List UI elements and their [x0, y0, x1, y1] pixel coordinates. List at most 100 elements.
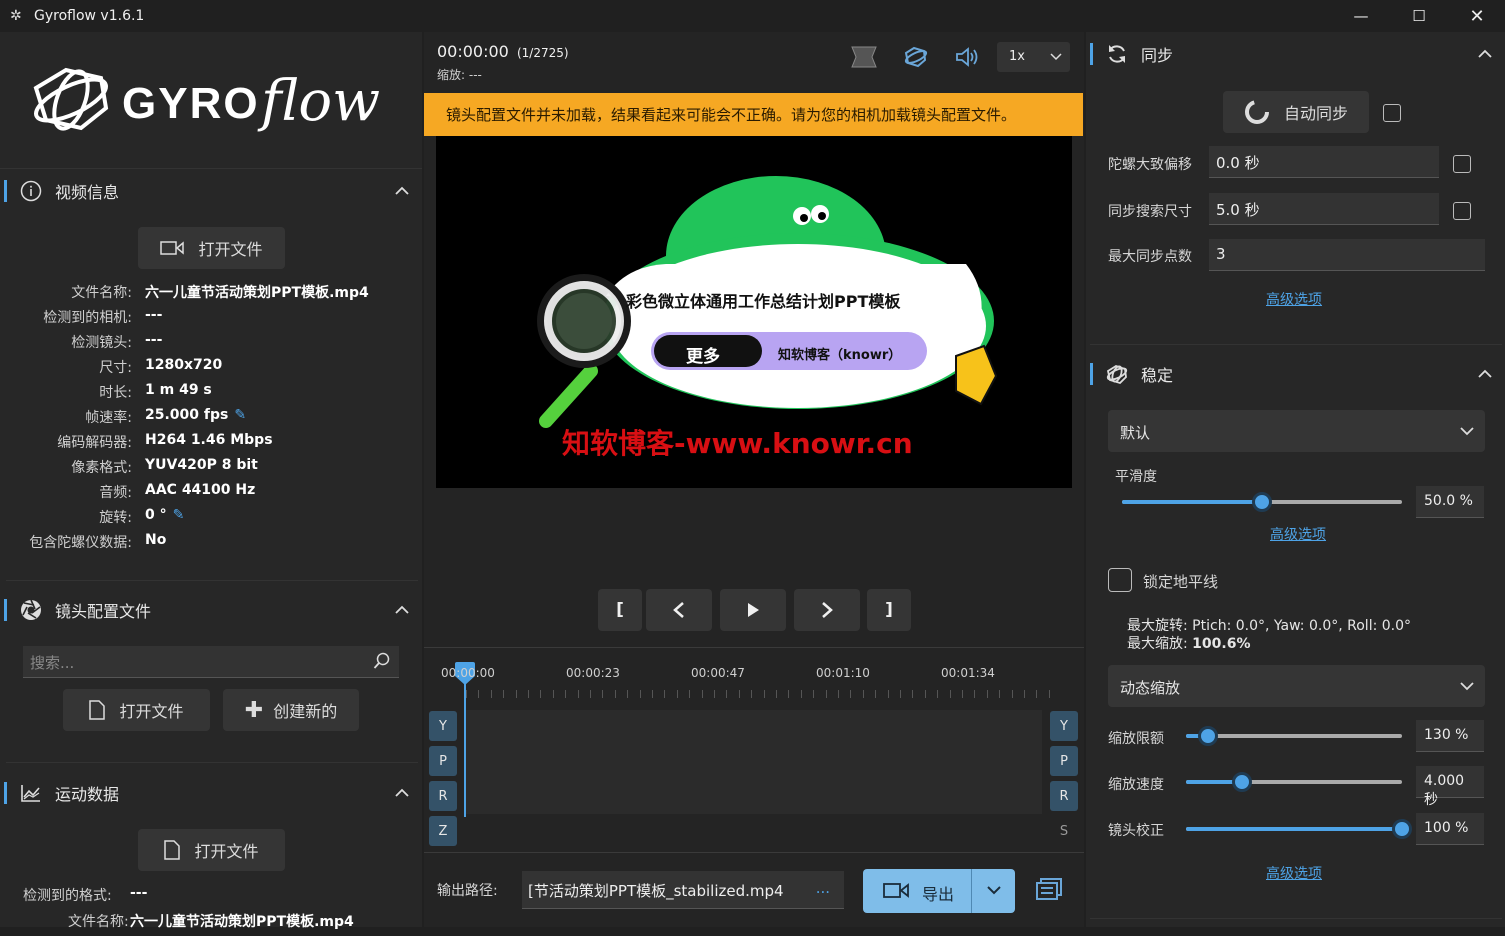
max-sync-points-input[interactable]: 3 — [1209, 239, 1485, 271]
zoom-speed-slider[interactable] — [1186, 770, 1402, 794]
video-info-header[interactable]: 视频信息 — [0, 169, 422, 213]
stabilization-method-select[interactable]: 默认 — [1108, 410, 1485, 452]
axis-toggle-right-r[interactable]: R — [1050, 781, 1078, 811]
zoom-limit-value[interactable]: 130 % — [1416, 720, 1484, 752]
speaker-icon[interactable] — [954, 45, 982, 73]
sync-header[interactable]: 同步 — [1086, 32, 1505, 76]
axis-toggle-right-s[interactable]: S — [1050, 816, 1078, 846]
stabilization-overlay-icon[interactable] — [902, 45, 930, 73]
auto-sync-checkbox[interactable] — [1383, 104, 1401, 122]
info-key: 检测到的相机: — [43, 307, 132, 327]
set-out-point-button[interactable]: ] — [867, 589, 911, 631]
motion-data-header[interactable]: 运动数据 — [0, 771, 422, 815]
info-value: --- — [145, 307, 162, 323]
lens-correction-slider[interactable] — [1186, 817, 1402, 841]
slider-knob[interactable] — [1392, 819, 1412, 839]
chevron-up-icon[interactable] — [392, 600, 412, 620]
lens-profile-header[interactable]: 镜头配置文件 — [0, 588, 422, 632]
next-frame-button[interactable] — [794, 589, 860, 631]
stabilization-header[interactable]: 稳定 — [1086, 352, 1505, 396]
info-value-text: AAC 44100 Hz — [145, 482, 255, 498]
render-queue-icon[interactable] — [1035, 877, 1063, 905]
timeline-tick — [590, 690, 591, 698]
lens-search-input[interactable]: 搜索... — [23, 646, 399, 678]
video-preview[interactable]: 彩色微立体通用工作总结计划PPT模板 更多 知软博客（knowr） 知软博客-w… — [436, 136, 1072, 488]
sync-advanced-options-link[interactable]: 高级选项 — [1266, 289, 1322, 309]
chevron-up-icon[interactable] — [1475, 44, 1495, 64]
export-button[interactable]: 导出 — [863, 869, 1015, 913]
dynamic-zoom-select[interactable]: 动态缩放 — [1108, 665, 1485, 707]
timeline-time-label: 00:00:23 — [566, 666, 620, 680]
lens-open-file-button[interactable]: 打开文件 — [63, 689, 210, 731]
chevron-up-icon[interactable] — [1475, 364, 1495, 384]
smoothness-value[interactable]: 50.0 % — [1416, 486, 1484, 518]
info-key: 时长: — [99, 382, 132, 402]
motion-open-file-button[interactable]: 打开文件 — [138, 829, 285, 871]
timecode: 00:00:00 (1/2725) — [437, 42, 569, 61]
chevron-up-icon[interactable] — [392, 783, 412, 803]
set-in-point-button[interactable]: [ — [598, 589, 642, 631]
search-icon[interactable] — [373, 652, 391, 674]
edit-pencil-icon[interactable]: ✎ — [234, 407, 246, 423]
playback-speed-select[interactable]: 1x — [997, 42, 1070, 72]
export-options-chevron-icon[interactable] — [986, 885, 1002, 901]
dynamic-zoom-advanced-options-link[interactable]: 高级选项 — [1266, 863, 1322, 883]
lens-correction-value[interactable]: 100 % — [1416, 813, 1484, 845]
maximize-button[interactable]: ☐ — [1390, 0, 1448, 32]
sync-icon — [1105, 42, 1129, 66]
window-title: Gyroflow v1.6.1 — [34, 8, 144, 24]
slider-knob[interactable] — [1232, 772, 1252, 792]
close-button[interactable]: ✕ — [1448, 0, 1505, 32]
previous-frame-button[interactable] — [646, 589, 712, 631]
info-value-text: 25.000 fps — [145, 407, 228, 423]
timeline-tick — [615, 690, 616, 698]
video-info-row: 尺寸:1280x720 — [0, 357, 422, 382]
slider-knob[interactable] — [1252, 492, 1272, 512]
slider-knob[interactable] — [1198, 726, 1218, 746]
browse-output-button[interactable]: ... — [816, 879, 830, 897]
video-info-row: 包含陀螺仪数据:No — [0, 532, 422, 557]
lock-horizon-checkbox[interactable] — [1108, 568, 1132, 592]
stabilization-advanced-options-link[interactable]: 高级选项 — [1270, 524, 1326, 544]
edit-pencil-icon[interactable]: ✎ — [173, 507, 185, 523]
sync-search-size-input[interactable]: 5.0 秒 — [1209, 193, 1439, 225]
info-value: 六一儿童节活动策划PPT模板.mp4 — [130, 911, 354, 931]
search-placeholder: 搜索... — [30, 654, 74, 672]
gyro-offset-checkbox[interactable] — [1453, 155, 1471, 173]
gyro-offset-input[interactable]: 0.0 秒 — [1209, 146, 1439, 178]
smoothness-slider[interactable] — [1122, 490, 1402, 514]
axis-toggle-z[interactable]: Z — [429, 816, 457, 846]
info-value-text: 1280x720 — [145, 357, 222, 373]
zoom-limit-slider[interactable] — [1186, 724, 1402, 748]
timeline-tick — [652, 690, 653, 698]
playhead-line[interactable] — [464, 677, 466, 817]
video-open-file-button[interactable]: 打开文件 — [138, 227, 285, 269]
axis-toggle-r[interactable]: R — [429, 781, 457, 811]
create-new-button[interactable]: ✚ 创建新的 — [223, 689, 359, 731]
axis-toggle-right-p[interactable]: P — [1050, 746, 1078, 776]
timeline-tick — [788, 690, 789, 698]
sync-search-size-checkbox[interactable] — [1453, 202, 1471, 220]
info-key: 旋转: — [99, 507, 132, 527]
timeline-tick — [937, 690, 938, 698]
info-value-text: H264 1.46 Mbps — [145, 432, 273, 448]
lens-correction-label: 镜头校正 — [1108, 820, 1164, 840]
axis-toggle-y[interactable]: Y — [429, 711, 457, 741]
output-path-input[interactable]: [节活动策划PPT模板_stabilized.mp4 ... — [522, 871, 844, 909]
slider-fill — [1122, 500, 1262, 504]
zoom-speed-value[interactable]: 4.000 秒 — [1416, 766, 1484, 798]
sync-title: 同步 — [1141, 42, 1173, 66]
chevron-up-icon[interactable] — [392, 181, 412, 201]
video-camera-icon — [883, 882, 909, 904]
axis-toggle-p[interactable]: P — [429, 746, 457, 776]
minimize-button[interactable]: — — [1332, 0, 1390, 32]
slider-fill — [1186, 827, 1402, 831]
slider-track[interactable] — [1186, 734, 1402, 738]
axis-toggle-right-y[interactable]: Y — [1050, 711, 1078, 741]
crop-view-icon[interactable] — [850, 45, 878, 73]
timeline-track[interactable] — [466, 710, 1042, 814]
timeline-tick — [565, 690, 566, 698]
auto-sync-button[interactable]: 自动同步 — [1223, 91, 1369, 133]
play-button[interactable] — [720, 589, 786, 631]
info-value: 六一儿童节活动策划PPT模板.mp4 — [145, 282, 369, 302]
